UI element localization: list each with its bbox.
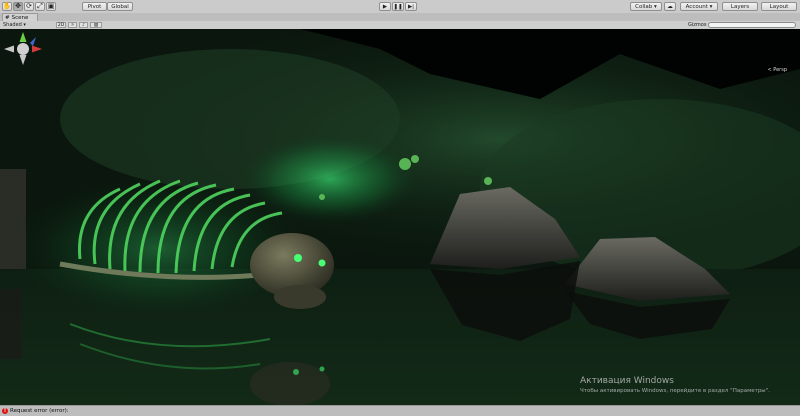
effects-dropdown[interactable]: ▧ <box>90 22 102 28</box>
scene-viewport[interactable]: < Persp Активация Windows Чтобы активиро… <box>0 29 800 405</box>
effects-icon: ▧ <box>93 22 99 28</box>
watermark-title: Активация Windows <box>580 376 674 386</box>
global-toggle[interactable]: Global <box>107 2 133 11</box>
account-dropdown[interactable]: Account ▾ <box>680 2 718 11</box>
step-button[interactable]: ▶| <box>405 2 417 11</box>
play-button[interactable]: ▶ <box>379 2 391 11</box>
2d-label: 2D <box>57 22 65 28</box>
status-bar: ! Request error (error): <box>0 405 800 416</box>
play-icon: ▶ <box>382 3 388 10</box>
collab-dropdown[interactable]: Collab ▾ <box>630 2 662 11</box>
global-label: Global <box>111 3 129 10</box>
status-error-text[interactable]: Request error (error): <box>10 408 69 414</box>
hand-icon: ✋ <box>2 2 12 10</box>
rect-tool-button[interactable]: ▣ <box>46 2 56 11</box>
account-label: Account ▾ <box>685 3 713 10</box>
layers-label: Layers <box>730 3 750 10</box>
layout-dropdown[interactable]: Layout <box>761 2 797 11</box>
main-toolbar: ✋ ✥ ⟳ ⤢ ▣ Pivot Global ▶ ❚❚ ▶| Collab ▾ … <box>0 0 800 14</box>
pause-icon: ❚❚ <box>393 3 403 10</box>
windows-activation-watermark: Активация Windows Чтобы активировать Win… <box>580 376 770 394</box>
audio-toggle[interactable]: ♪ <box>79 22 88 28</box>
tab-scene-label: Scene <box>11 14 29 21</box>
scale-icon: ⤢ <box>37 2 43 10</box>
2d-toggle[interactable]: 2D <box>56 22 66 28</box>
pivot-toggle[interactable]: Pivot <box>82 2 107 11</box>
collab-label: Collab ▾ <box>635 3 657 10</box>
scene-render <box>0 29 800 405</box>
scene-icon: # <box>5 14 10 21</box>
layers-dropdown[interactable]: Layers <box>722 2 758 11</box>
pivot-label: Pivot <box>87 3 102 10</box>
layout-label: Layout <box>769 3 789 10</box>
cloud-button[interactable]: ☁ <box>664 2 676 11</box>
tab-scene[interactable]: # Scene <box>2 13 38 21</box>
step-icon: ▶| <box>407 3 415 10</box>
shading-dropdown[interactable]: Shaded ▾ <box>3 21 26 29</box>
cloud-icon: ☁ <box>667 3 673 10</box>
move-icon: ✥ <box>15 2 21 10</box>
lighting-toggle[interactable]: ☼ <box>68 22 77 28</box>
scale-tool-button[interactable]: ⤢ <box>35 2 45 11</box>
error-icon: ! <box>2 408 8 414</box>
rect-icon: ▣ <box>47 2 55 10</box>
shading-label: Shaded <box>3 22 22 28</box>
scene-search-input[interactable] <box>708 22 796 28</box>
hand-tool-button[interactable]: ✋ <box>2 2 12 11</box>
move-tool-button[interactable]: ✥ <box>13 2 23 11</box>
watermark-subtitle: Чтобы активировать Windows, перейдите в … <box>580 388 770 394</box>
lighting-icon: ☼ <box>70 22 75 28</box>
pause-button[interactable]: ❚❚ <box>392 2 404 11</box>
orientation-gizmo[interactable] <box>0 29 46 75</box>
rotate-tool-button[interactable]: ⟳ <box>24 2 34 11</box>
rotate-icon: ⟳ <box>26 2 32 10</box>
audio-icon: ♪ <box>82 22 85 28</box>
perspective-label[interactable]: < Persp <box>767 67 787 73</box>
